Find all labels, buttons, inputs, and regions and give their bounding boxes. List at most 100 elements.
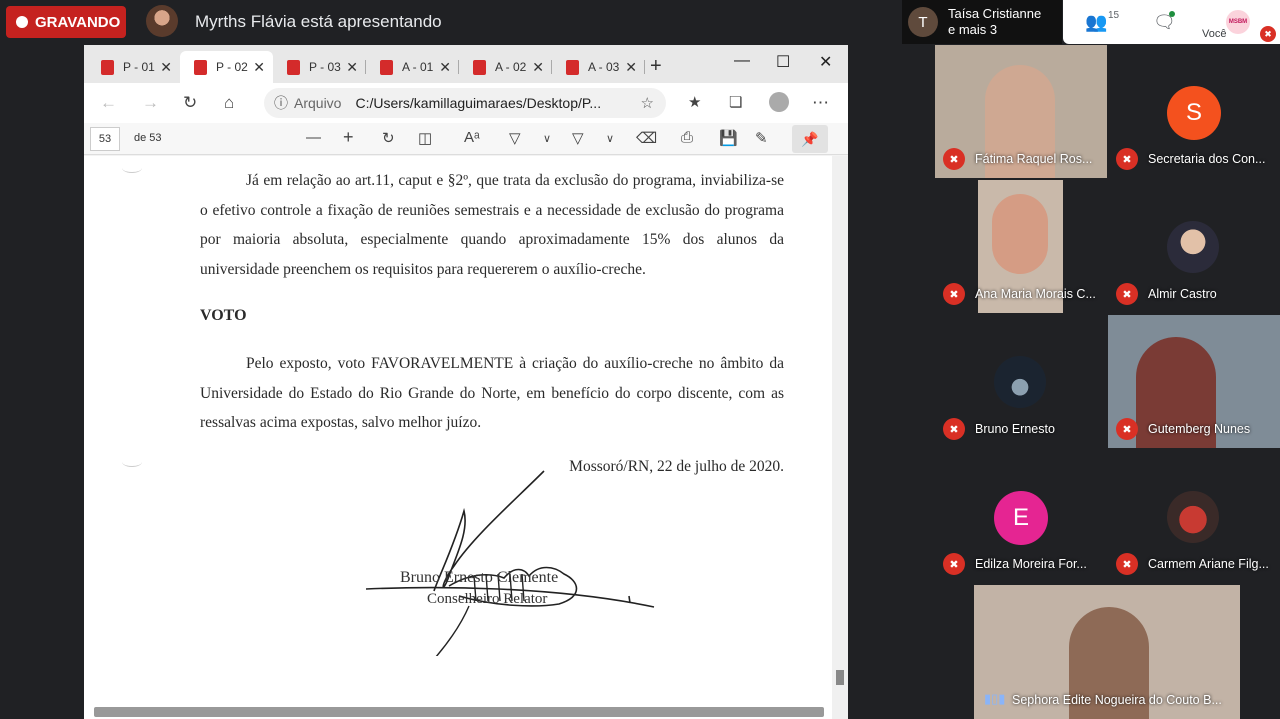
home-icon[interactable]: ⌂ xyxy=(224,93,234,113)
close-window-icon[interactable]: ✕ xyxy=(819,52,832,72)
mic-off-icon: ✖ xyxy=(1116,148,1138,170)
self-avatar: MSBM xyxy=(1226,10,1250,34)
fit-page-icon[interactable]: ◫ xyxy=(418,129,432,147)
participants-header-line2: e mais 3 xyxy=(948,22,998,37)
maximize-icon[interactable]: ☐ xyxy=(776,52,790,72)
info-icon[interactable]: ⓘ xyxy=(274,93,288,113)
collections-icon[interactable]: ❏ xyxy=(729,93,742,111)
close-tab-icon[interactable]: ✕ xyxy=(346,59,358,76)
save-icon[interactable]: 💾 xyxy=(719,129,738,147)
self-mic-off-icon[interactable]: ✖ xyxy=(1260,26,1276,42)
participants-header[interactable]: T Taísa Cristianne e mais 3 xyxy=(902,0,1062,44)
zoom-in-icon[interactable]: + xyxy=(343,127,354,148)
participant-avatar xyxy=(1167,491,1219,543)
tab-label: P - 02 xyxy=(216,60,248,74)
close-tab-icon[interactable]: ✕ xyxy=(160,59,172,76)
draw-icon[interactable]: ▽ xyxy=(572,129,584,147)
tab-p01[interactable]: P - 01 ✕ xyxy=(87,51,180,83)
tab-a02[interactable]: A - 02 ✕ xyxy=(459,51,552,83)
participant-name: Edilza Moreira For... xyxy=(975,557,1087,571)
participant-tile[interactable]: ✖ Bruno Ernesto xyxy=(935,315,1107,448)
participant-name: Sephora Edite Nogueira do Couto B... xyxy=(1012,693,1222,707)
tab-p03[interactable]: P - 03 ✕ xyxy=(273,51,366,83)
mic-off-icon: ✖ xyxy=(943,283,965,305)
shared-browser-window: P - 01 ✕ P - 02 ✕ P - 03 ✕ A - 01 ✕ A - 02 ✕ … xyxy=(84,45,848,719)
audio-wave-icon: ▮▯▮ xyxy=(984,691,1006,706)
tab-label: P - 01 xyxy=(123,60,155,74)
presenter-text: Myrths Flávia está apresentando xyxy=(195,12,442,31)
rotate-icon[interactable]: ↻ xyxy=(382,129,395,147)
back-icon[interactable]: ← xyxy=(100,93,117,113)
participant-name: Almir Castro xyxy=(1148,287,1217,301)
highlight-icon[interactable]: ▽ xyxy=(509,129,521,147)
participant-name: Bruno Ernesto xyxy=(975,422,1055,436)
horizontal-scrollbar[interactable] xyxy=(94,707,824,717)
participant-avatar: E xyxy=(994,491,1048,545)
participant-name: Carmem Ariane Filg... xyxy=(1148,557,1269,571)
pdf-toolbar: 53 de 53 — + ↻ ◫ Aᵃ ▽ ∨ ▽ ∨ ⌫ ⎙ 💾 ✎ 📌 xyxy=(84,123,848,155)
print-icon[interactable]: ⎙ xyxy=(681,129,693,146)
close-tab-icon[interactable]: ✕ xyxy=(532,59,544,76)
mic-off-icon: ✖ xyxy=(1116,418,1138,440)
close-tab-icon[interactable]: ✕ xyxy=(625,59,637,76)
participant-tile[interactable]: ✖ Carmem Ariane Filg... xyxy=(1108,450,1280,583)
chat-notification-dot xyxy=(1169,11,1175,17)
participant-tile[interactable]: ✖ Ana Maria Morais C... xyxy=(935,180,1107,313)
address-scheme-label: Arquivo xyxy=(294,95,342,111)
pdf-icon xyxy=(287,59,300,75)
address-bar[interactable]: ⓘ Arquivo C:/Users/kamillaguimaraes/Desk… xyxy=(264,88,666,118)
participant-tile[interactable]: ✖ Almir Castro xyxy=(1108,180,1280,313)
participant-tile-active[interactable]: ▮▯▮ Sephora Edite Nogueira do Couto B... xyxy=(974,585,1240,719)
mic-off-icon: ✖ xyxy=(943,553,965,575)
read-aloud-icon[interactable]: Aᵃ xyxy=(464,129,480,146)
pdf-page: Já em relação ao art.11, caput e §2º, qu… xyxy=(84,156,848,719)
new-tab-icon[interactable]: + xyxy=(650,55,662,78)
mic-off-icon: ✖ xyxy=(943,148,965,170)
tab-p02[interactable]: P - 02 ✕ xyxy=(180,51,273,83)
eraser-icon[interactable]: ⌫ xyxy=(636,129,657,147)
participant-count: 15 xyxy=(1108,10,1120,21)
scan-mark xyxy=(122,163,142,173)
tab-a01[interactable]: A - 01 ✕ xyxy=(366,51,459,83)
participants-header-line1: Taísa Cristianne xyxy=(948,6,1042,21)
favorite-star-icon[interactable]: ☆ xyxy=(641,94,654,112)
close-tab-icon[interactable]: ✕ xyxy=(253,59,265,76)
chevron-down-icon[interactable]: ∨ xyxy=(606,132,614,145)
pin-toolbar-icon[interactable]: 📌 xyxy=(792,125,828,153)
more-menu-icon[interactable]: ⋯ xyxy=(812,93,829,113)
recording-badge: GRAVANDO xyxy=(6,6,126,38)
signer-name: Bruno Ernesto Clemente xyxy=(400,569,559,586)
self-label: Você xyxy=(1202,28,1227,40)
participant-avatar: S xyxy=(1167,86,1221,140)
minimize-icon[interactable]: — xyxy=(734,52,750,70)
participant-tile[interactable]: ✖ Fátima Raquel Ros... xyxy=(935,45,1107,178)
forward-icon[interactable]: → xyxy=(142,93,159,113)
zoom-out-icon[interactable]: — xyxy=(306,129,321,146)
save-as-icon[interactable]: ✎ xyxy=(755,129,768,147)
tab-label: A - 01 xyxy=(402,60,434,74)
address-url[interactable]: C:/Users/kamillaguimaraes/Desktop/P... xyxy=(355,95,601,111)
pdf-icon xyxy=(380,59,393,75)
recording-label: GRAVANDO xyxy=(35,13,121,31)
participant-name: Gutemberg Nunes xyxy=(1148,422,1251,436)
participant-tile[interactable]: S ✖ Secretaria dos Con... xyxy=(1108,45,1280,178)
tab-label: A - 02 xyxy=(495,60,527,74)
paragraph-art11: Já em relação ao art.11, caput e §2º, qu… xyxy=(200,172,784,278)
chevron-down-icon[interactable]: ∨ xyxy=(543,132,551,145)
pdf-icon xyxy=(194,59,207,75)
people-icon[interactable]: 👥 xyxy=(1085,12,1107,33)
participant-tile[interactable]: ✖ Gutemberg Nunes xyxy=(1108,315,1280,448)
scroll-thumb[interactable] xyxy=(836,670,844,685)
vertical-scrollbar[interactable] xyxy=(832,156,848,719)
signer-role: Conselheiro Relator xyxy=(427,591,548,607)
refresh-icon[interactable]: ↻ xyxy=(183,93,197,113)
close-tab-icon[interactable]: ✕ xyxy=(439,59,451,76)
mic-off-icon: ✖ xyxy=(943,418,965,440)
pdf-icon xyxy=(101,59,114,75)
scan-mark xyxy=(122,457,142,467)
favorites-icon[interactable]: ★ xyxy=(688,93,701,111)
profile-avatar[interactable] xyxy=(769,92,789,112)
tab-a03[interactable]: A - 03 ✕ xyxy=(552,51,645,83)
participant-tile[interactable]: E ✖ Edilza Moreira For... xyxy=(935,450,1107,583)
page-number-input[interactable]: 53 xyxy=(90,127,120,151)
